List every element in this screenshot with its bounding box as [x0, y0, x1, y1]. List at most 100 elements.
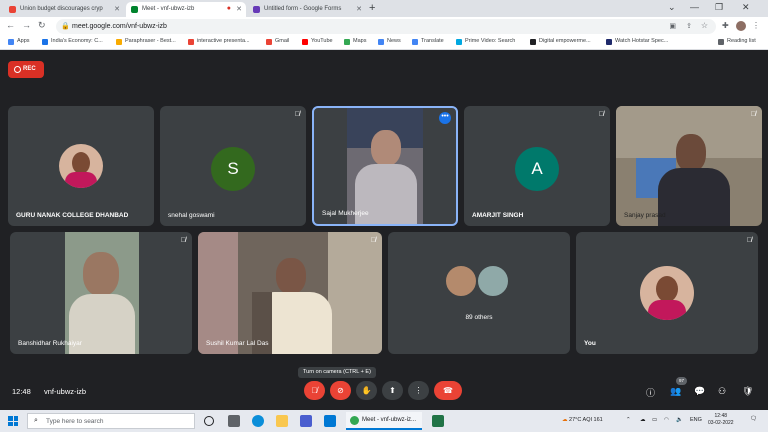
record-icon — [14, 66, 21, 73]
bookmark-hotstar[interactable]: Watch Hotstar Spec... — [606, 38, 668, 45]
volume-icon[interactable]: 🔈 — [676, 417, 683, 423]
tab-union-budget[interactable]: Union budget discourages cryp ✕ — [4, 2, 124, 17]
weather-text: 27°C AQI 161 — [569, 417, 603, 423]
more-options-icon[interactable]: ••• — [439, 112, 451, 124]
clock-date: 03-02-2022 — [708, 420, 734, 426]
participant-avatar: S — [211, 147, 255, 191]
bookmark-apps[interactable]: Apps — [8, 38, 30, 45]
lock-icon[interactable]: 🔒 — [61, 22, 70, 30]
participant-name: You — [584, 340, 596, 347]
reading-list[interactable]: Reading list — [718, 38, 756, 45]
restore-button[interactable]: ❐ — [715, 2, 723, 13]
reload-icon[interactable]: ↻ — [38, 20, 46, 31]
participant-tile-others[interactable]: 89 others — [388, 232, 570, 354]
chat-icon[interactable]: 💬 — [694, 386, 705, 397]
bookmark-paraphraser[interactable]: Paraphraser - Best... — [116, 38, 176, 45]
bookmark-translate[interactable]: Translate — [412, 38, 444, 45]
more-options-button[interactable]: ⋮ — [408, 381, 429, 400]
leave-call-button[interactable]: ☎ — [434, 381, 462, 400]
self-avatar — [640, 266, 694, 320]
participant-tile-sajal[interactable]: ••• Sajal Mukherjee — [312, 106, 458, 226]
mail-icon[interactable] — [324, 415, 336, 427]
activities-icon[interactable]: ⚇ — [718, 386, 726, 397]
bookmark-icon — [530, 39, 536, 45]
bookmark-gmail[interactable]: Gmail — [266, 38, 289, 45]
host-controls-icon[interactable]: 🛡 — [742, 386, 753, 397]
bookmark-interactive-presentations[interactable]: interactive presenta... — [188, 38, 250, 45]
windows-start-icon[interactable] — [8, 416, 18, 426]
participant-name: GURU NANAK COLLEGE DHANBAD — [16, 212, 129, 219]
tab-close-icon[interactable]: ✕ — [236, 5, 242, 13]
camera-tooltip: Turn on camera (CTRL + E) — [298, 367, 376, 378]
language-indicator[interactable]: ENG — [690, 417, 702, 423]
notifications-icon[interactable]: 🗨 — [750, 416, 757, 422]
participant-video — [198, 232, 382, 354]
bookmark-digital-empowerment[interactable]: Digital empowerme... — [530, 38, 591, 45]
taskbar-chrome-meet[interactable]: Meet - vnf-ubwz-iz... — [346, 412, 422, 430]
participant-tile-amarjit[interactable]: 🎙̸ A AMARJIT SINGH — [464, 106, 610, 226]
meet-favicon-icon — [131, 6, 138, 13]
people-icon[interactable]: 👥 — [670, 386, 681, 397]
bookmark-india-economy[interactable]: India's Economy: C... — [42, 38, 103, 45]
network-icon[interactable]: ☁ — [640, 417, 646, 423]
bookmark-youtube[interactable]: YouTube — [302, 38, 333, 45]
participant-tile-guru-nanak[interactable]: GURU NANAK COLLEGE DHANBAD — [8, 106, 154, 226]
participant-tile-sanjay[interactable]: 🎙̸ Sanjay prasad — [616, 106, 762, 226]
tab-meet[interactable]: Meet - vnf-ubwz-izb ● ✕ — [126, 2, 246, 17]
close-window-button[interactable]: ✕ — [742, 2, 750, 13]
hand-icon: ✋ — [361, 386, 372, 395]
address-bar-row: ← → ↻ 🔒 meet.google.com/vnf-ubwz-izb ▣ ⇪… — [0, 17, 768, 36]
prime-video-icon — [456, 39, 462, 45]
file-explorer-icon[interactable] — [276, 415, 288, 427]
tab-close-icon[interactable]: ✕ — [356, 5, 362, 13]
bookmark-news[interactable]: News — [378, 38, 401, 45]
cortana-icon[interactable] — [204, 416, 214, 426]
extensions-icon[interactable]: ✚ — [722, 21, 729, 30]
camera-toggle-button[interactable]: ⊘ — [330, 381, 351, 400]
participant-tile-sushil[interactable]: 🎙̸ Sushil Kumar Lal Das — [198, 232, 382, 354]
edge-icon[interactable] — [252, 415, 264, 427]
bookmark-maps[interactable]: Maps — [344, 38, 366, 45]
participant-tile-snehal[interactable]: 🎙̸ S snehal goswami — [160, 106, 306, 226]
tab-search-icon[interactable]: ⌄ — [668, 2, 676, 13]
store-icon[interactable] — [300, 415, 312, 427]
mic-off-icon: 🎙̸ — [746, 237, 752, 244]
profile-avatar[interactable] — [736, 21, 746, 31]
wifi-icon[interactable]: ◠ — [664, 417, 669, 423]
taskbar-search-input[interactable]: ⌕ Type here to search — [27, 413, 195, 429]
mic-off-icon: 🎙̸ — [311, 386, 318, 395]
participant-tile-banshidhar[interactable]: 🎙̸ Banshidhar Rukhaiyar — [10, 232, 192, 354]
search-placeholder: Type here to search — [46, 418, 104, 425]
tab-close-icon[interactable]: ✕ — [114, 5, 120, 13]
present-button[interactable]: ⬆ — [382, 381, 403, 400]
weather-widget[interactable]: ☁ 27°C AQI 161 — [562, 417, 603, 423]
url-text: meet.google.com/vnf-ubwz-izb — [72, 23, 167, 30]
task-view-icon[interactable] — [228, 415, 240, 427]
tab-google-forms[interactable]: Untitled form - Google Forms ✕ — [248, 2, 366, 17]
raise-hand-button[interactable]: ✋ — [356, 381, 377, 400]
camera-permission-icon[interactable]: ▣ — [669, 22, 676, 30]
others-count-label: 89 others — [465, 314, 493, 321]
url-field[interactable]: 🔒 meet.google.com/vnf-ubwz-izb ▣ ⇪ ☆ — [56, 19, 716, 34]
bookmark-prime-video[interactable]: Prime Video: Search — [456, 38, 515, 45]
excel-icon[interactable] — [432, 415, 444, 427]
new-tab-button[interactable]: + — [369, 2, 375, 14]
screen: Union budget discourages cryp ✕ Meet - v… — [0, 0, 768, 432]
menu-icon[interactable]: ⋮ — [752, 21, 760, 30]
taskbar-clock[interactable]: 12:48 03-02-2022 — [708, 413, 734, 427]
maps-icon — [344, 39, 350, 45]
participant-name: AMARJIT SINGH — [472, 212, 524, 219]
search-icon: ⌕ — [34, 417, 38, 424]
bookmark-star-icon[interactable]: ☆ — [701, 21, 708, 30]
meeting-info-icon[interactable]: ⓘ — [646, 386, 655, 399]
tab-title: Untitled form - Google Forms — [264, 6, 342, 12]
back-icon[interactable]: ← — [6, 20, 15, 30]
participant-tile-you[interactable]: 🎙̸ You — [576, 232, 758, 354]
tray-chevron-icon[interactable]: ⌃ — [626, 417, 631, 423]
minimize-button[interactable]: — — [690, 2, 699, 12]
forward-icon[interactable]: → — [22, 20, 31, 30]
mic-toggle-button[interactable]: 🎙̸ — [304, 381, 325, 400]
translate-icon — [412, 39, 418, 45]
share-icon[interactable]: ⇪ — [686, 22, 692, 30]
battery-icon[interactable]: ▭ — [652, 417, 657, 423]
